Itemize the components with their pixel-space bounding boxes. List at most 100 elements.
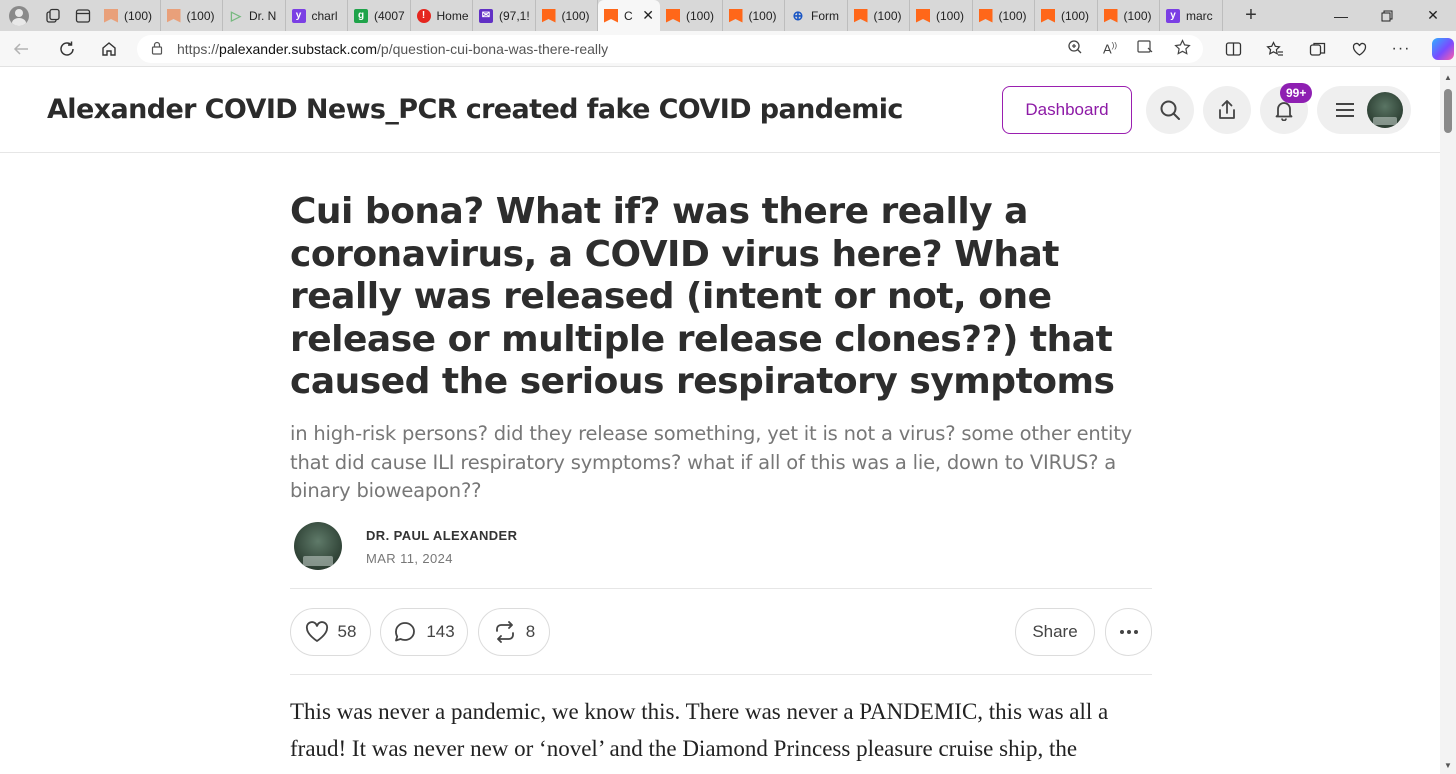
ellipsis-icon [1119, 630, 1138, 634]
share-button[interactable]: Share [1015, 608, 1095, 656]
copilot-icon[interactable] [1422, 31, 1456, 67]
browser-essentials-icon[interactable] [1338, 31, 1380, 67]
scrollbar-thumb[interactable] [1444, 89, 1452, 133]
browser-tab[interactable]: (100) [848, 0, 910, 31]
share-publication-button[interactable] [1203, 86, 1251, 134]
browser-tab[interactable]: y marc [1160, 0, 1223, 31]
favorite-star-icon[interactable] [1174, 39, 1191, 59]
tab-label: (4007 [374, 8, 405, 23]
workspaces-icon[interactable] [38, 0, 68, 31]
browser-tab[interactable]: ! Home [411, 0, 473, 31]
url-path: /p/question-cui-bona-was-there-really [377, 41, 609, 57]
comment-count: 143 [426, 622, 455, 641]
substack-icon [1103, 8, 1118, 23]
tab-label: (100) [561, 8, 590, 23]
browser-tab[interactable]: (100) [910, 0, 973, 31]
browser-tab[interactable]: (100) [660, 0, 723, 31]
play-icon: ▷ [231, 7, 241, 23]
more-options-icon[interactable]: ··· [1380, 31, 1422, 67]
scroll-down-arrow[interactable]: ▼ [1443, 761, 1453, 770]
immersive-reader-icon[interactable] [1137, 39, 1154, 59]
browser-tab[interactable]: g (4007 [348, 0, 411, 31]
tab-label: (100) [186, 8, 215, 23]
substack-icon [104, 8, 118, 23]
dashboard-button[interactable]: Dashboard [1002, 86, 1132, 134]
share-upload-icon [1219, 100, 1235, 119]
favorites-icon[interactable] [1254, 31, 1296, 67]
browser-tab[interactable]: (100) [161, 0, 223, 31]
substack-icon [916, 8, 930, 23]
substack-icon [604, 8, 618, 23]
browser-tab[interactable]: y charl [286, 0, 348, 31]
scroll-up-arrow[interactable]: ▲ [1443, 73, 1453, 82]
tab-label: (100) [686, 8, 715, 23]
byline: DR. PAUL ALEXANDER MAR 11, 2024 [290, 522, 1152, 572]
home-button[interactable] [88, 31, 130, 67]
browser-tab[interactable]: (100) [536, 0, 598, 31]
browser-tab[interactable]: (100) [1098, 0, 1160, 31]
post-date: MAR 11, 2024 [366, 551, 453, 566]
collections-icon[interactable] [1296, 31, 1338, 67]
author-name[interactable]: DR. PAUL ALEXANDER [366, 528, 517, 543]
restore-button[interactable] [1364, 0, 1410, 31]
web-page: Alexander COVID News_PCR created fake CO… [0, 67, 1440, 774]
address-toolbar: https://palexander.substack.com/p/questi… [0, 31, 1456, 67]
minimize-button[interactable]: — [1318, 0, 1364, 31]
browser-tab[interactable]: (100) [973, 0, 1035, 31]
heart-icon [305, 621, 328, 642]
comment-button[interactable]: 143 [380, 608, 468, 656]
avatar [1367, 92, 1403, 128]
like-button[interactable]: 58 [290, 608, 371, 656]
tab-label: (100) [936, 8, 965, 23]
close-window-button[interactable]: ✕ [1410, 0, 1456, 31]
tab-label: Dr. N [249, 8, 277, 23]
post-body: This was never a pandemic, we know this.… [290, 699, 1109, 761]
search-icon [1160, 100, 1180, 120]
tab-label: (100) [1123, 8, 1152, 23]
lock-icon[interactable] [151, 41, 163, 58]
split-screen-icon[interactable] [1212, 31, 1254, 67]
publication-title[interactable]: Alexander COVID News_PCR created fake CO… [47, 94, 903, 125]
refresh-button[interactable] [46, 31, 88, 67]
browser-tab[interactable]: ⊕ Form [785, 0, 848, 31]
hamburger-icon [1336, 103, 1354, 117]
substack-icon [978, 8, 993, 23]
substack-icon [1041, 8, 1055, 23]
yahoo-icon: y [1166, 8, 1180, 23]
address-bar[interactable]: https://palexander.substack.com/p/questi… [137, 35, 1203, 63]
notification-badge: 99+ [1280, 83, 1313, 103]
more-actions-button[interactable] [1105, 608, 1152, 656]
tab-label: C [624, 8, 633, 23]
profile-icon[interactable] [0, 0, 38, 31]
restack-icon [495, 621, 514, 643]
zoom-icon[interactable] [1067, 39, 1083, 59]
browser-tab[interactable]: ▷ Dr. N [223, 0, 286, 31]
post-title: Cui bona? What if? was there really a co… [290, 191, 1115, 402]
back-button[interactable] [0, 31, 42, 67]
author-avatar[interactable] [294, 522, 342, 570]
globe-icon: ⊕ [792, 7, 804, 23]
browser-tab[interactable]: ✉ (97,1! [473, 0, 536, 31]
tab-label: Form [811, 8, 839, 23]
search-button[interactable] [1146, 86, 1194, 134]
share-label: Share [1032, 622, 1078, 641]
tab-label: (100) [1061, 8, 1090, 23]
page-scrollbar[interactable]: ▲ ▼ [1440, 67, 1456, 774]
browser-tab[interactable]: (100) [723, 0, 785, 31]
tab-label: (100) [873, 8, 902, 23]
substack-icon [728, 8, 743, 23]
read-aloud-icon[interactable]: A)) [1103, 41, 1117, 56]
red-icon: ! [416, 8, 431, 23]
restack-count: 8 [525, 622, 536, 641]
browser-tab[interactable]: C ✕ [598, 0, 660, 31]
close-tab-icon[interactable]: ✕ [642, 7, 654, 24]
comment-icon [395, 622, 416, 642]
restack-button[interactable]: 8 [478, 608, 550, 656]
tab-actions-icon[interactable] [68, 0, 98, 31]
browser-tab[interactable]: (100) [1035, 0, 1098, 31]
new-tab-button[interactable]: + [1236, 4, 1266, 27]
user-menu-button[interactable] [1317, 86, 1411, 134]
browser-tab[interactable]: (100) [98, 0, 161, 31]
url-text[interactable]: https://palexander.substack.com/p/questi… [177, 41, 608, 57]
like-count: 58 [337, 622, 357, 641]
